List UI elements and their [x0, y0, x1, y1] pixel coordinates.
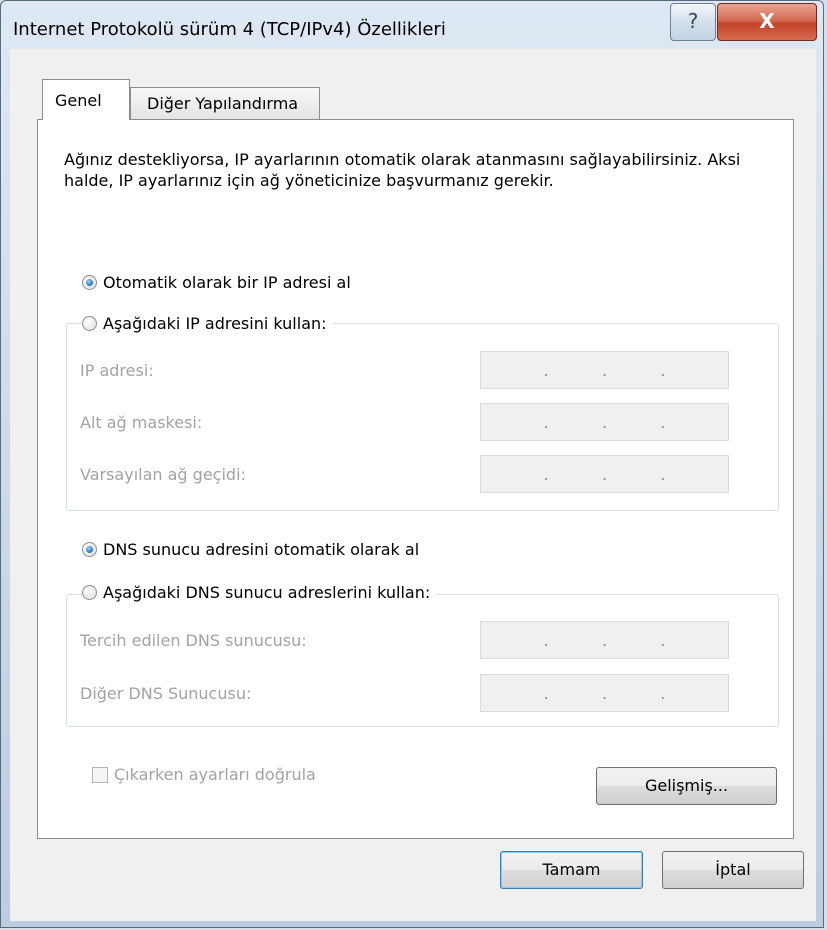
validate-settings-checkbox[interactable]: Çıkarken ayarları doğrula	[92, 765, 316, 784]
radio-auto-ip-label: Otomatik olarak bir IP adresi al	[103, 273, 351, 292]
default-gateway-label: Varsayılan ağ geçidi:	[80, 465, 246, 484]
description-text: Ağınız destekliyorsa, IP ayarlarının oto…	[64, 150, 741, 190]
radio-auto-dns[interactable]: DNS sunucu adresini otomatik olarak al	[82, 540, 426, 559]
ip-address-label: IP adresi:	[80, 361, 154, 380]
subnet-mask-label: Alt ağ maskesi:	[80, 413, 203, 432]
radio-manual-dns-indicator[interactable]	[82, 585, 97, 600]
close-button[interactable]: X	[717, 3, 817, 41]
help-icon: ?	[687, 9, 699, 33]
cancel-button[interactable]: İptal	[662, 851, 804, 889]
alternate-dns-input[interactable]: ...	[480, 674, 729, 712]
tab-alternate-configuration[interactable]: Diğer Yapılandırma	[130, 87, 320, 120]
help-button[interactable]: ?	[670, 3, 716, 41]
radio-auto-ip-indicator[interactable]	[82, 275, 97, 290]
preferred-dns-label: Tercih edilen DNS sunucusu:	[80, 631, 307, 650]
dialog-window: Internet Protokolü sürüm 4 (TCP/IPv4) Öz…	[0, 0, 824, 928]
subnet-mask-input[interactable]: ...	[480, 403, 729, 441]
close-icon: X	[759, 9, 775, 33]
validate-settings-box[interactable]	[92, 766, 108, 783]
radio-manual-ip[interactable]: Aşağıdaki IP adresini kullan:	[82, 314, 333, 333]
radio-manual-dns[interactable]: Aşağıdaki DNS sunucu adreslerini kullan:	[82, 583, 437, 602]
radio-auto-ip[interactable]: Otomatik olarak bir IP adresi al	[82, 273, 357, 292]
ip-address-input[interactable]: ...	[480, 351, 729, 389]
preferred-dns-input[interactable]: ...	[480, 621, 729, 659]
dialog-body: Genel Diğer Yapılandırma Ağınız destekli…	[10, 49, 816, 921]
ok-button[interactable]: Tamam	[500, 851, 643, 889]
advanced-button[interactable]: Gelişmiş...	[596, 767, 777, 805]
alternate-dns-label: Diğer DNS Sunucusu:	[80, 684, 252, 703]
radio-auto-dns-label: DNS sunucu adresini otomatik olarak al	[103, 540, 420, 559]
default-gateway-input[interactable]: ...	[480, 455, 729, 493]
validate-settings-label: Çıkarken ayarları doğrula	[114, 765, 316, 784]
tab-general[interactable]: Genel	[42, 79, 130, 120]
radio-auto-dns-indicator[interactable]	[82, 542, 97, 557]
radio-manual-ip-label: Aşağıdaki IP adresini kullan:	[103, 314, 327, 333]
window-title: Internet Protokolü sürüm 4 (TCP/IPv4) Öz…	[13, 19, 446, 40]
radio-manual-ip-indicator[interactable]	[82, 316, 97, 331]
radio-manual-dns-label: Aşağıdaki DNS sunucu adreslerini kullan:	[103, 583, 431, 602]
